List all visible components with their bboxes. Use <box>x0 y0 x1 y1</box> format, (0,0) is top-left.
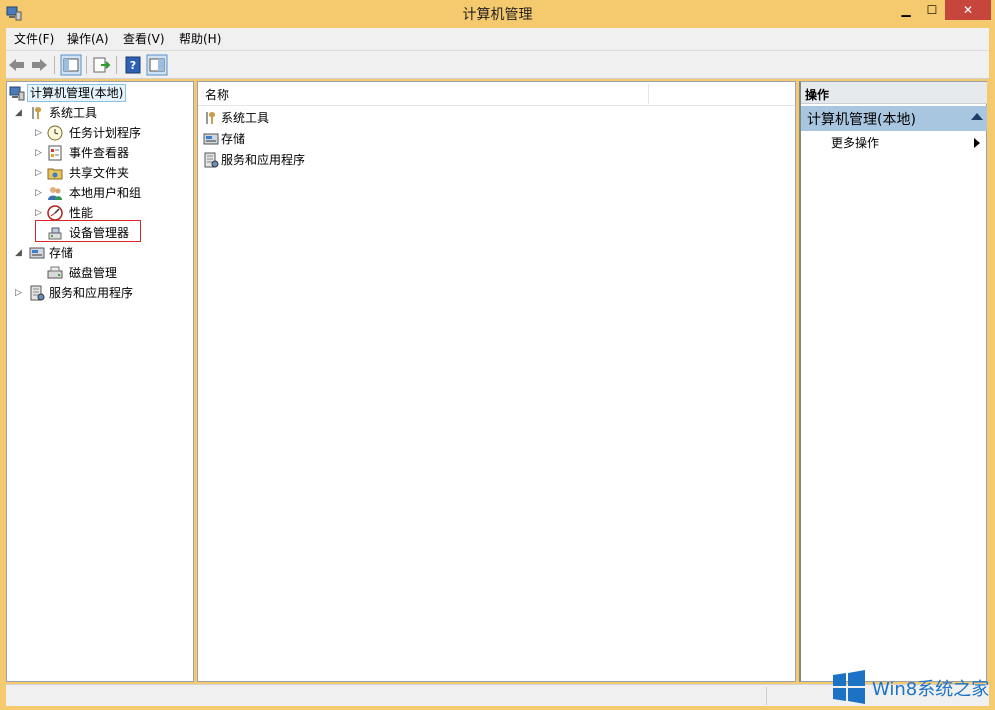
tree-item-root[interactable]: 计算机管理(本地) <box>9 83 189 103</box>
collapse-up-icon[interactable] <box>971 113 983 120</box>
toolbar: ? <box>6 51 989 79</box>
menu-bar: 文件(F) 操作(A) 查看(V) 帮助(H) <box>6 28 989 51</box>
actions-pane: 操作 计算机管理(本地) 更多操作 <box>799 81 987 682</box>
tree-label: 系统工具 <box>49 106 98 120</box>
watermark-text: Win8系统之家 <box>872 679 990 700</box>
tree-item-storage[interactable]: ◢ 存储 <box>15 243 185 263</box>
tree-label: 共享文件夹 <box>69 166 130 180</box>
title-bar: 计算机管理 ▁ ☐ ✕ <box>0 0 995 28</box>
list-item[interactable]: 系统工具 <box>203 108 403 128</box>
tree-item-disk-management[interactable]: 磁盘管理 <box>35 263 185 283</box>
tree-item-system-tools[interactable]: ◢ 系统工具 <box>15 103 185 123</box>
device-manager-icon <box>48 227 62 240</box>
expand-icon[interactable]: ▷ <box>15 283 25 303</box>
tree-label: 本地用户和组 <box>69 186 142 200</box>
menu-help[interactable]: 帮助(H) <box>179 31 221 48</box>
performance-icon <box>47 205 63 221</box>
storage-icon <box>203 133 219 145</box>
tree-item-event-viewer[interactable]: ▷ 事件查看器 <box>35 143 185 163</box>
toolbar-separator <box>116 56 117 74</box>
disk-icon <box>47 266 63 279</box>
tree-label: 磁盘管理 <box>69 266 118 280</box>
help-icon[interactable]: ? <box>122 54 144 76</box>
actions-header-label: 操作 <box>805 88 830 102</box>
window: 计算机管理 ▁ ☐ ✕ 文件(F) 操作(A) 查看(V) 帮助(H) ? 计算… <box>0 0 995 710</box>
menu-action[interactable]: 操作(A) <box>67 31 109 48</box>
watermark: Win8系统之家 <box>832 668 995 708</box>
tree-label: 计算机管理(本地) <box>27 84 127 102</box>
column-name-header[interactable]: 名称 <box>205 86 229 103</box>
svg-text:?: ? <box>130 59 136 72</box>
status-divider <box>766 687 767 705</box>
shared-folder-icon <box>47 168 63 180</box>
collapse-icon[interactable]: ◢ <box>15 103 25 123</box>
show-hide-tree-icon[interactable] <box>60 54 82 76</box>
windows-logo-icon <box>833 670 865 704</box>
navigation-tree: 计算机管理(本地) ◢ 系统工具 ▷ 任务计划程序 ▷ 事件查看器 ▷ 共享文件… <box>6 81 194 682</box>
tools-icon <box>206 112 216 124</box>
list-item[interactable]: 存储 <box>203 129 403 149</box>
expand-icon[interactable]: ▷ <box>35 143 45 163</box>
tools-icon <box>32 107 42 119</box>
event-log-icon <box>48 145 62 161</box>
actions-section-header[interactable]: 计算机管理(本地) <box>801 106 987 131</box>
tree-item-shared-folders[interactable]: ▷ 共享文件夹 <box>35 163 185 183</box>
menu-file[interactable]: 文件(F) <box>14 31 54 48</box>
toolbar-separator <box>54 56 55 74</box>
export-list-icon[interactable] <box>90 54 112 76</box>
tree-label: 事件查看器 <box>69 146 130 160</box>
services-icon <box>30 285 45 301</box>
forward-arrow-icon[interactable] <box>28 54 50 76</box>
column-divider[interactable] <box>648 84 649 104</box>
tree-item-task-scheduler[interactable]: ▷ 任务计划程序 <box>35 123 185 143</box>
expand-icon[interactable]: ▷ <box>35 163 45 183</box>
services-icon <box>204 152 219 168</box>
tree-label: 服务和应用程序 <box>49 286 134 300</box>
menu-view[interactable]: 查看(V) <box>123 31 165 48</box>
computer-management-icon <box>9 86 25 101</box>
submenu-arrow-icon[interactable] <box>974 138 980 148</box>
list-item-label: 服务和应用程序 <box>221 153 306 167</box>
toolbar-separator <box>86 56 87 74</box>
tree-item-services-apps[interactable]: ▷ 服务和应用程序 <box>15 283 185 303</box>
more-actions-item[interactable]: 更多操作 <box>831 134 879 151</box>
minimize-button[interactable]: ▁ <box>893 0 919 20</box>
storage-icon <box>29 247 45 259</box>
close-button[interactable]: ✕ <box>945 0 991 20</box>
list-item-label: 系统工具 <box>221 111 270 125</box>
window-title: 计算机管理 <box>462 7 533 23</box>
maximize-button[interactable]: ☐ <box>919 0 945 20</box>
collapse-icon[interactable]: ◢ <box>15 243 25 263</box>
content-list: 名称 系统工具 存储 服务和应用程序 <box>197 81 796 682</box>
actions-section-label: 计算机管理(本地) <box>807 112 916 128</box>
tree-label: 设备管理器 <box>69 226 130 240</box>
list-item[interactable]: 服务和应用程序 <box>203 150 403 170</box>
tree-item-local-users[interactable]: ▷ 本地用户和组 <box>35 183 185 203</box>
actions-header: 操作 <box>801 82 987 104</box>
expand-icon[interactable]: ▷ <box>35 123 45 143</box>
tree-label: 任务计划程序 <box>69 126 142 140</box>
back-arrow-icon[interactable] <box>6 54 28 76</box>
column-header[interactable]: 名称 <box>198 82 795 106</box>
tree-item-device-manager[interactable]: 设备管理器 <box>35 223 185 243</box>
clock-icon <box>47 125 63 141</box>
show-hide-action-pane-icon[interactable] <box>146 54 168 76</box>
tree-label: 存储 <box>49 246 74 260</box>
users-icon <box>48 187 62 200</box>
list-item-label: 存储 <box>221 132 246 146</box>
expand-icon[interactable]: ▷ <box>35 183 45 203</box>
